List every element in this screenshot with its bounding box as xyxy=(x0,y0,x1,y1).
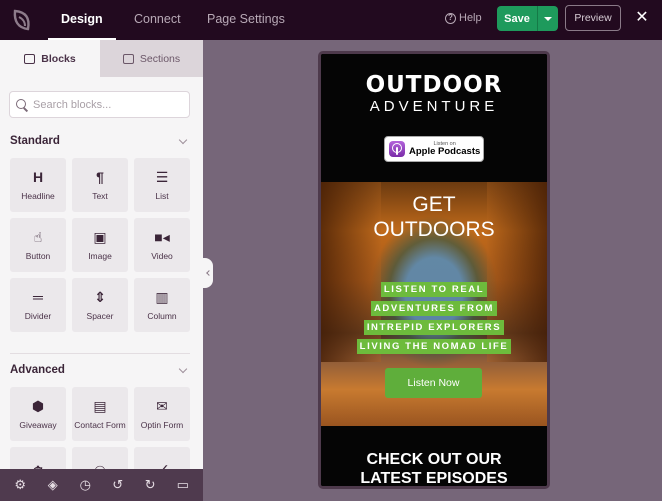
block-label: Divider xyxy=(24,311,52,321)
history-icon[interactable]: ◷ xyxy=(77,477,93,493)
sidebar-collapse-handle[interactable] xyxy=(203,258,213,288)
block-label: Column xyxy=(147,311,177,321)
block-label: Headline xyxy=(21,191,55,201)
tab-page-settings[interactable]: Page Settings xyxy=(207,0,285,40)
hero-title-line: GET xyxy=(412,193,456,216)
block-list[interactable]: ☰ List xyxy=(134,158,190,212)
page-title: OUTDOOR xyxy=(365,72,503,98)
pointer-icon: ☝ xyxy=(33,228,43,245)
highlight-line: LIVING THE NOMAD LIFE xyxy=(356,339,512,354)
help-icon: ? xyxy=(445,12,456,24)
hero-highlight-text: LISTEN TO REAL ADVENTURES FROM INTREPID … xyxy=(321,279,547,355)
badge-big-text: Apple Podcasts xyxy=(409,146,481,157)
help-link[interactable]: ? Help xyxy=(445,12,482,24)
block-spacer[interactable]: ⇕ Spacer xyxy=(72,278,128,332)
tab-sections-label: Sections xyxy=(139,52,181,65)
tab-blocks-label: Blocks xyxy=(41,52,76,65)
bottom-toolbar: ⚙ ◈ ◷ ↺ ↻ ▭ xyxy=(0,469,203,501)
sidebar-tabs: Blocks Sections xyxy=(0,40,203,77)
block-divider[interactable]: ═ Divider xyxy=(10,278,66,332)
image-icon: ▣ xyxy=(93,228,107,245)
search-field[interactable] xyxy=(9,91,190,118)
podcasts-icon xyxy=(389,141,405,157)
chevron-left-icon xyxy=(205,270,212,276)
episodes-title-line: LATEST EPISODES xyxy=(360,470,508,487)
save-button[interactable]: Save xyxy=(497,6,537,31)
apple-podcasts-badge[interactable]: Listen on Apple Podcasts xyxy=(384,136,484,162)
tab-blocks[interactable]: Blocks xyxy=(0,40,100,77)
video-icon: ■◂ xyxy=(154,228,170,245)
highlight-line: ADVENTURES FROM xyxy=(370,301,498,316)
close-icon[interactable]: ✕ xyxy=(634,10,650,26)
redo-icon[interactable]: ↻ xyxy=(142,477,158,493)
list-icon: ☰ xyxy=(155,168,169,185)
block-label: Button xyxy=(25,251,51,261)
block-video[interactable]: ■◂ Video xyxy=(134,218,190,272)
blocks-icon xyxy=(24,53,36,64)
seedprod-logo-icon[interactable] xyxy=(10,8,34,32)
block-label: Image xyxy=(88,251,112,261)
block-label: Contact Form xyxy=(74,420,126,430)
sections-icon xyxy=(122,53,134,64)
block-label: Text xyxy=(92,191,108,201)
hero-section[interactable]: GET OUTDOORS LISTEN TO REAL ADVENTURES F… xyxy=(321,182,547,426)
headline-icon: H xyxy=(32,169,44,185)
block-optin-form[interactable]: ✉ Optin Form xyxy=(134,387,190,441)
undo-icon[interactable]: ↺ xyxy=(110,477,126,493)
envelope-icon: ✉ xyxy=(156,397,168,414)
block-text[interactable]: ¶ Text xyxy=(72,158,128,212)
desktop-preview-icon[interactable]: ▭ xyxy=(175,477,191,493)
section-divider xyxy=(10,353,190,354)
layers-icon[interactable]: ◈ xyxy=(45,477,61,493)
block-contact-form[interactable]: ▤ Contact Form xyxy=(72,387,128,441)
standard-section-title: Standard xyxy=(10,135,60,147)
block-button[interactable]: ☝ Button xyxy=(10,218,66,272)
block-label: List xyxy=(155,191,169,201)
column-icon: ▥ xyxy=(155,288,169,305)
divider-icon: ═ xyxy=(33,289,43,305)
listen-now-button[interactable]: Listen Now xyxy=(385,368,482,398)
chevron-down-icon[interactable] xyxy=(178,364,188,373)
block-headline[interactable]: H Headline xyxy=(10,158,66,212)
standard-blocks-grid: H Headline ¶ Text ☰ List ☝ Button ▣ Imag… xyxy=(10,158,190,332)
save-options-dropdown[interactable] xyxy=(537,6,558,31)
standard-section-header[interactable]: Standard xyxy=(10,133,190,149)
contact-form-icon: ▤ xyxy=(93,397,107,414)
episodes-title-line: CHECK OUT OUR xyxy=(366,451,502,468)
highlight-line: INTREPID EXPLORERS xyxy=(363,320,505,335)
settings-icon[interactable]: ⚙ xyxy=(12,477,28,493)
chevron-down-icon[interactable] xyxy=(178,135,188,144)
header-section[interactable]: OUTDOOR ADVENTURE Listen on Apple Podcas… xyxy=(321,54,547,182)
spacer-icon: ⇕ xyxy=(94,288,106,305)
tab-connect[interactable]: Connect xyxy=(134,0,181,40)
block-giveaway[interactable]: ⬢ Giveaway xyxy=(10,387,66,441)
search-icon xyxy=(16,98,28,111)
advanced-section-title: Advanced xyxy=(10,364,65,376)
tab-design[interactable]: Design xyxy=(48,0,116,40)
block-column[interactable]: ▥ Column xyxy=(134,278,190,332)
page-subtitle: ADVENTURE xyxy=(369,98,499,115)
block-image[interactable]: ▣ Image xyxy=(72,218,128,272)
caret-down-icon xyxy=(544,16,552,21)
top-bar: Design Connect Page Settings ? Help Save… xyxy=(0,0,662,40)
block-label: Video xyxy=(151,251,173,261)
sidebar: Blocks Sections Standard H Headline ¶ Te… xyxy=(0,40,203,501)
block-label: Optin Form xyxy=(140,420,184,430)
block-label: Spacer xyxy=(86,311,114,321)
search-input[interactable] xyxy=(33,98,183,111)
hero-title-line: OUTDOORS xyxy=(373,218,495,241)
episodes-section[interactable]: CHECK OUT OUR LATEST EPISODES xyxy=(321,426,547,487)
tab-sections[interactable]: Sections xyxy=(100,40,203,77)
episodes-title: CHECK OUT OUR LATEST EPISODES xyxy=(321,450,547,487)
hero-title: GET OUTDOORS xyxy=(321,192,547,242)
giveaway-icon: ⬢ xyxy=(31,397,45,414)
preview-button[interactable]: Preview xyxy=(565,5,621,31)
paragraph-icon: ¶ xyxy=(96,169,104,185)
help-label: Help xyxy=(459,12,482,24)
mobile-preview-frame: OUTDOOR ADVENTURE Listen on Apple Podcas… xyxy=(318,51,550,489)
advanced-section-header[interactable]: Advanced xyxy=(10,362,190,378)
block-label: Giveaway xyxy=(19,420,57,430)
highlight-line: LISTEN TO REAL xyxy=(380,282,488,297)
